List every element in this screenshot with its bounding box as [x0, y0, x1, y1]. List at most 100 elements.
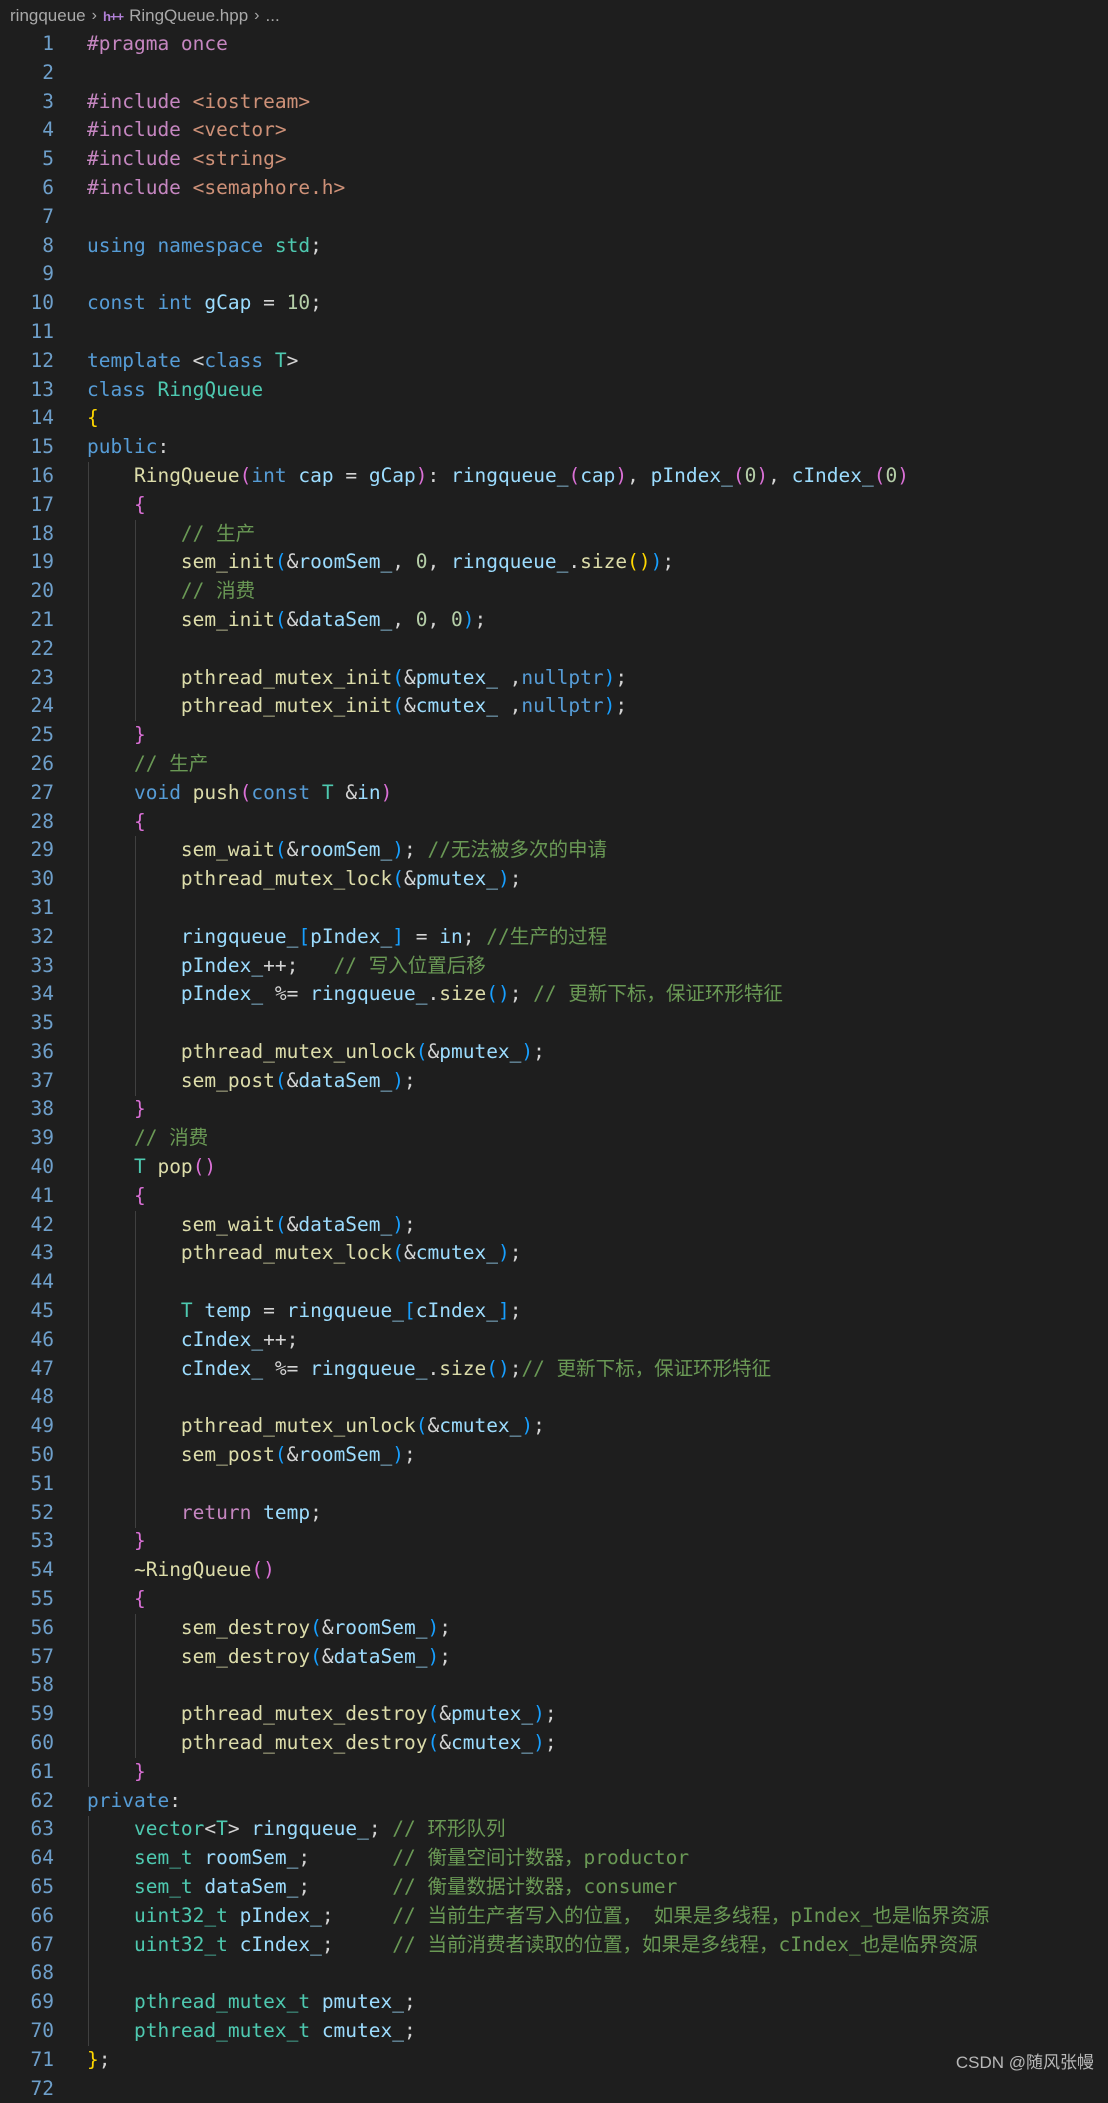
code-line[interactable]: 43 pthread_mutex_lock(&cmutex_);	[0, 1239, 1108, 1268]
code-line[interactable]: 14 {	[0, 404, 1108, 433]
line-code: sem_destroy(&roomSem_);	[87, 1614, 451, 1643]
code-line[interactable]: 40 T pop()	[0, 1153, 1108, 1182]
code-line[interactable]: 21 sem_init(&dataSem_, 0, 0);	[0, 606, 1108, 635]
code-line[interactable]: 4 #include <vector>	[0, 116, 1108, 145]
code-line[interactable]: 62 private:	[0, 1787, 1108, 1816]
code-line[interactable]: 35	[0, 1009, 1108, 1038]
code-line[interactable]: 9	[0, 260, 1108, 289]
code-token: <	[204, 1817, 217, 1841]
code-token: ,	[427, 550, 451, 574]
code-line[interactable]: 1 #pragma once	[0, 30, 1108, 59]
code-token: nullptr	[521, 665, 604, 689]
code-line[interactable]: 23 pthread_mutex_init(&pmutex_ ,nullptr)…	[0, 664, 1108, 693]
code-line[interactable]: 46 cIndex_++;	[0, 1326, 1108, 1355]
code-line[interactable]: 30 pthread_mutex_lock(&pmutex_);	[0, 865, 1108, 894]
code-line[interactable]: 36 pthread_mutex_unlock(&pmutex_);	[0, 1038, 1108, 1067]
code-line[interactable]: 15 public:	[0, 433, 1108, 462]
code-line[interactable]: 52 return temp;	[0, 1499, 1108, 1528]
line-code: private:	[87, 1787, 181, 1816]
code-line[interactable]: 65 sem_t dataSem_; // 衡量数据计数器，consumer	[0, 1873, 1108, 1902]
code-token: ;	[310, 291, 322, 315]
code-line[interactable]: 5 #include <string>	[0, 145, 1108, 174]
code-line[interactable]: 34 pIndex_ %= ringqueue_.size(); // 更新下标…	[0, 980, 1108, 1009]
code-line[interactable]: 57 sem_destroy(&dataSem_);	[0, 1643, 1108, 1672]
code-editor[interactable]: 1 #pragma once 2 3 #include <iostream> 4 #incl…	[0, 30, 1108, 2103]
code-line[interactable]: 70 pthread_mutex_t cmutex_;	[0, 2017, 1108, 2046]
code-line[interactable]: 17 {	[0, 491, 1108, 520]
code-line[interactable]: 58	[0, 1671, 1108, 1700]
code-line[interactable]: 2	[0, 59, 1108, 88]
code-line[interactable]: 8 using namespace std;	[0, 232, 1108, 261]
code-token: ;	[439, 1644, 451, 1668]
code-line[interactable]: 50 sem_post(&roomSem_);	[0, 1441, 1108, 1470]
code-line[interactable]: 67 uint32_t cIndex_; // 当前消费者读取的位置，如果是多线…	[0, 1931, 1108, 1960]
code-line[interactable]: 47 cIndex_ %= ringqueue_.size();// 更新下标，…	[0, 1355, 1108, 1384]
code-line[interactable]: 42 sem_wait(&dataSem_);	[0, 1211, 1108, 1240]
code-line[interactable]: 63 vector<T> ringqueue_; // 环形队列	[0, 1815, 1108, 1844]
code-line[interactable]: 19 sem_init(&roomSem_, 0, ringqueue_.siz…	[0, 548, 1108, 577]
code-line[interactable]: 38 }	[0, 1095, 1108, 1124]
code-line[interactable]: 45 T temp = ringqueue_[cIndex_];	[0, 1297, 1108, 1326]
code-line[interactable]: 48	[0, 1383, 1108, 1412]
code-line[interactable]: 22	[0, 635, 1108, 664]
line-code: #include <vector>	[87, 116, 287, 145]
code-line[interactable]: 60 pthread_mutex_destroy(&cmutex_);	[0, 1729, 1108, 1758]
code-line[interactable]: 12 template <class T>	[0, 347, 1108, 376]
code-line[interactable]: 27 void push(const T &in)	[0, 779, 1108, 808]
code-line[interactable]: 39 // 消费	[0, 1124, 1108, 1153]
line-code: // 生产	[87, 750, 208, 779]
code-line[interactable]: 56 sem_destroy(&roomSem_);	[0, 1614, 1108, 1643]
code-line[interactable]: 66 uint32_t pIndex_; // 当前生产者写入的位置， 如果是多…	[0, 1902, 1108, 1931]
code-token: roomSem_	[204, 1846, 299, 1870]
code-line[interactable]: 29 sem_wait(&roomSem_); //无法被多次的申请	[0, 836, 1108, 865]
code-token: )	[615, 463, 628, 487]
chevron-right-icon: ›	[254, 7, 260, 24]
code-line[interactable]: 28 {	[0, 808, 1108, 837]
breadcrumb-symbol[interactable]: ...	[266, 6, 280, 26]
code-token: sem_init	[180, 550, 275, 574]
code-token: pmutex_	[415, 665, 498, 689]
line-number: 34	[30, 982, 54, 1006]
code-line[interactable]: 37 sem_post(&dataSem_);	[0, 1067, 1108, 1096]
code-line[interactable]: 61 }	[0, 1758, 1108, 1787]
code-line[interactable]: 51	[0, 1470, 1108, 1499]
code-line[interactable]: 41 {	[0, 1182, 1108, 1211]
code-line[interactable]: 26 // 生产	[0, 750, 1108, 779]
code-line[interactable]: 11	[0, 318, 1108, 347]
code-line[interactable]: 10 const int gCap = 10;	[0, 289, 1108, 318]
code-line[interactable]: 13 class RingQueue	[0, 376, 1108, 405]
code-token: (	[274, 1212, 287, 1236]
code-line[interactable]: 31	[0, 894, 1108, 923]
code-line[interactable]: 24 pthread_mutex_init(&cmutex_ ,nullptr)…	[0, 692, 1108, 721]
code-token: sem_post	[180, 1068, 275, 1092]
code-line[interactable]: 72	[0, 2075, 1108, 2103]
code-line[interactable]: 64 sem_t roomSem_; // 衡量空间计数器，productor	[0, 1844, 1108, 1873]
line-code: pthread_mutex_t pmutex_;	[87, 1988, 416, 2017]
code-token: &	[439, 1702, 451, 1726]
code-line[interactable]: 68	[0, 1959, 1108, 1988]
code-line[interactable]: 71};	[0, 2046, 1108, 2075]
code-line[interactable]: 7	[0, 203, 1108, 232]
code-line[interactable]: 16 RingQueue(int cap = gCap): ringqueue_…	[0, 462, 1108, 491]
code-line[interactable]: 54 ~RingQueue()	[0, 1556, 1108, 1585]
code-line[interactable]: 44	[0, 1268, 1108, 1297]
code-line[interactable]: 20 // 消费	[0, 577, 1108, 606]
code-line[interactable]: 18 // 生产	[0, 520, 1108, 549]
code-line[interactable]: 32 ringqueue_[pIndex_] = in; //生产的过程	[0, 923, 1108, 952]
code-line[interactable]: 25 }	[0, 721, 1108, 750]
code-line[interactable]: 69 pthread_mutex_t pmutex_;	[0, 1988, 1108, 2017]
code-token: // 更新下标，保证环形特征	[533, 982, 783, 1006]
code-line[interactable]: 53 }	[0, 1527, 1108, 1556]
code-line[interactable]: 49 pthread_mutex_unlock(&cmutex_);	[0, 1412, 1108, 1441]
code-line[interactable]: 3 #include <iostream>	[0, 88, 1108, 117]
code-line[interactable]: 33 pIndex_++; // 写入位置后移	[0, 952, 1108, 981]
code-line[interactable]: 59 pthread_mutex_destroy(&pmutex_);	[0, 1700, 1108, 1729]
code-line[interactable]: 6 #include <semaphore.h>	[0, 174, 1108, 203]
breadcrumb: ringqueue › h++ RingQueue.hpp › ...	[0, 0, 1108, 32]
code-token: :	[169, 1788, 181, 1812]
breadcrumb-folder[interactable]: ringqueue	[10, 6, 86, 26]
line-code: void push(const T &in)	[87, 779, 392, 808]
breadcrumb-file[interactable]: RingQueue.hpp	[129, 6, 248, 26]
code-line[interactable]: 55 {	[0, 1585, 1108, 1614]
